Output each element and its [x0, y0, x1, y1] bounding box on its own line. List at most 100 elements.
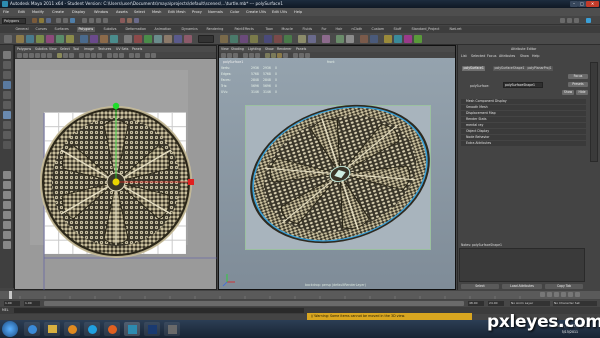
save-scene-icon[interactable]	[46, 17, 51, 23]
soft-mod-tool-icon[interactable]	[3, 121, 11, 129]
ae-show-button[interactable]: Show	[562, 90, 574, 95]
menu-file[interactable]: File	[3, 10, 9, 14]
menu-modify[interactable]: Modify	[32, 10, 44, 14]
taskbar-skype-icon[interactable]	[84, 322, 100, 336]
vp-menu-shading[interactable]: Shading	[231, 47, 244, 51]
ae-menu-focus[interactable]: Focus	[487, 54, 496, 58]
spherical-mapping-icon[interactable]	[240, 35, 248, 43]
paint-select-tool-icon[interactable]	[3, 71, 11, 79]
taskbar-explorer-icon[interactable]	[44, 322, 60, 336]
vp-menu-show[interactable]: Show	[265, 47, 274, 51]
ae-hide-button[interactable]: Hide	[576, 90, 588, 95]
show-attribute-editor-icon[interactable]	[560, 17, 565, 23]
maximize-button[interactable]: □	[578, 1, 586, 7]
range-bar[interactable]	[44, 301, 464, 306]
poly-torus-icon[interactable]	[66, 35, 74, 43]
menu-select[interactable]: Select	[134, 10, 145, 14]
show-channel-box-icon[interactable]	[574, 17, 579, 23]
reverse-normals-icon[interactable]	[322, 35, 330, 43]
poly-sphere-icon[interactable]	[16, 35, 24, 43]
menu-normals[interactable]: Normals	[208, 10, 223, 14]
ae-section-node-behavior[interactable]: Node Behavior	[461, 135, 586, 140]
close-button[interactable]: ✕	[586, 1, 599, 7]
append-polygon-icon[interactable]	[154, 35, 162, 43]
layout-graph-icon[interactable]	[3, 221, 11, 229]
snap-point-icon[interactable]	[96, 17, 101, 23]
shelf-tab-fluids[interactable]: Fluids	[301, 27, 314, 32]
taskbar-photoshop-icon[interactable]	[144, 322, 160, 336]
shelf-tab-dynamics[interactable]: Dynamics	[180, 27, 199, 32]
go-to-start-icon[interactable]	[540, 292, 545, 297]
harden-edge-icon[interactable]	[308, 35, 316, 43]
layout-four-icon[interactable]	[3, 181, 11, 189]
shelf-tab-general[interactable]: General	[14, 27, 30, 32]
menu-edit[interactable]: Edit	[18, 10, 25, 14]
menu-window[interactable]: Window	[94, 10, 108, 14]
shelf-tab-surfaces[interactable]: Surfaces	[53, 27, 70, 32]
ae-node-name-field[interactable]: polySurfaceShape1	[503, 82, 543, 88]
layout-two-side-icon[interactable]	[3, 191, 11, 199]
cylindrical-mapping-icon[interactable]	[230, 35, 238, 43]
ae-section-displacement-map[interactable]: Displacement Map	[461, 111, 586, 116]
ae-copy-tab-button[interactable]: Copy Tab	[545, 284, 583, 289]
merge-vertices-icon[interactable]	[336, 35, 344, 43]
snap-plane-icon[interactable]	[103, 17, 108, 23]
separate-icon[interactable]	[90, 35, 98, 43]
show-layer-editor-icon[interactable]	[586, 17, 591, 23]
ae-menu-attributes[interactable]: Attributes	[499, 54, 515, 58]
start-orb-icon[interactable]	[2, 321, 18, 337]
playback-start-field[interactable]: 1.00	[24, 301, 40, 306]
smooth-icon[interactable]	[124, 35, 132, 43]
shelf-tab-ncloth[interactable]: nCloth	[350, 27, 364, 32]
extract-icon[interactable]	[100, 35, 108, 43]
taskbar-media-icon[interactable]	[64, 322, 80, 336]
select-object-icon[interactable]	[63, 17, 68, 23]
ae-tab-polyplanarproj1[interactable]: polyPlanarProj1	[526, 66, 554, 71]
shelf-tab-animation[interactable]: Animation	[153, 27, 173, 32]
ae-notes-field[interactable]	[459, 248, 585, 282]
menu-assets[interactable]: Assets	[116, 10, 128, 14]
insert-edge-loop-icon[interactable]	[174, 35, 182, 43]
rotate-tool-icon[interactable]	[3, 91, 11, 99]
soften-edge-icon[interactable]	[298, 35, 306, 43]
taskbar-firefox-icon[interactable]	[104, 322, 120, 336]
layout-single-icon[interactable]	[3, 171, 11, 179]
show-tool-settings-icon[interactable]	[567, 17, 572, 23]
shelf-tab-stuff[interactable]: Stuff	[392, 27, 403, 32]
layout-two-stacked-icon[interactable]	[3, 201, 11, 209]
center-pivot-icon[interactable]	[370, 35, 378, 43]
go-to-end-icon[interactable]	[575, 292, 580, 297]
vp-menu-lighting[interactable]: Lighting	[248, 47, 261, 51]
step-forward-icon[interactable]	[568, 292, 573, 297]
range-start-field[interactable]: 1.00	[4, 301, 20, 306]
minimize-button[interactable]: –	[570, 1, 578, 7]
shelf-tab-rendering[interactable]: Rendering	[205, 27, 225, 32]
boolean-icon[interactable]	[110, 35, 118, 43]
ae-section-render-stats[interactable]: Render Stats	[461, 117, 586, 122]
ae-tab-polysurfaceshape1[interactable]: polySurfaceShape1	[493, 66, 526, 71]
shelf-menu-icon[interactable]	[4, 35, 12, 43]
ae-side-tab-strip[interactable]	[590, 62, 598, 162]
menu-proxy[interactable]: Proxy	[192, 10, 202, 14]
ae-focus-button[interactable]: Focus	[568, 74, 588, 79]
extrude-icon[interactable]	[134, 35, 142, 43]
taskbar-misc-icon[interactable]	[164, 322, 180, 336]
offset-edge-loop-icon[interactable]	[184, 35, 192, 43]
time-slider[interactable]	[0, 291, 600, 299]
shelf-tab-standard-project[interactable]: Standard_Project	[410, 27, 441, 32]
ae-menu-selected[interactable]: Selected	[471, 54, 485, 58]
shelf-tab-subdivs[interactable]: Subdivs	[102, 27, 118, 32]
lasso-tool-icon[interactable]	[3, 61, 11, 69]
show-manipulator-icon[interactable]	[3, 131, 11, 139]
shelf-field[interactable]	[198, 35, 214, 43]
ae-section-smooth-mesh[interactable]: Smooth Mesh	[461, 105, 586, 110]
shelf-tab-custom[interactable]: Custom	[370, 27, 386, 32]
shelf-tab-fur[interactable]: Fur	[320, 27, 328, 32]
bridge-icon[interactable]	[144, 35, 152, 43]
shelf-tab-hair[interactable]: Hair	[334, 27, 344, 32]
ipr-render-icon[interactable]	[127, 17, 132, 23]
ae-load-attributes-button[interactable]: Load Attributes	[502, 284, 542, 289]
menu-edit-mesh[interactable]: Edit Mesh	[168, 10, 186, 14]
ae-menu-list[interactable]: List	[461, 54, 467, 58]
split-polygon-icon[interactable]	[164, 35, 172, 43]
